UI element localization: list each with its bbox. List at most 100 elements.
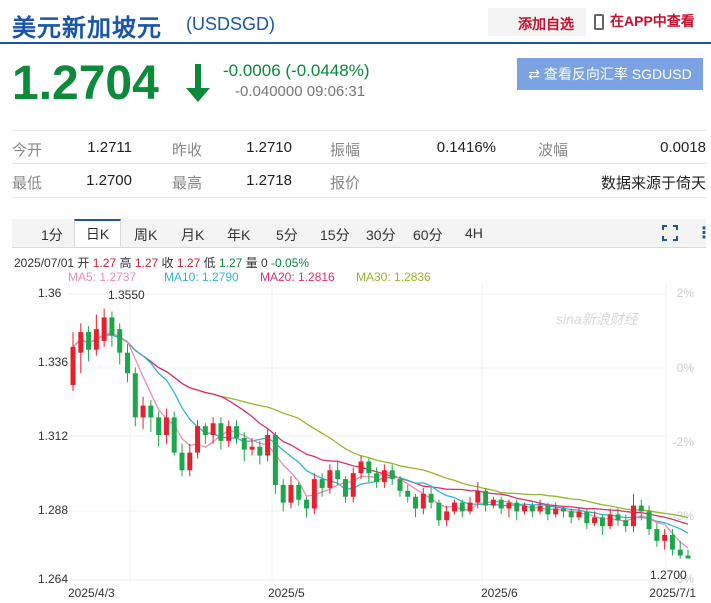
candle-body (537, 505, 543, 512)
candle-body (584, 511, 590, 524)
candle-body (272, 435, 278, 485)
candle-body (677, 549, 683, 556)
header-divider (0, 42, 711, 44)
volume-value: 0 (261, 256, 268, 270)
reverse-rate-label: 查看反向汇率 SGDUSD (543, 66, 692, 82)
candle-body (654, 529, 660, 541)
stat-label: 昨收 (172, 142, 203, 159)
candle-body (350, 473, 356, 497)
tab-weekly[interactable]: 周K (134, 225, 157, 245)
close-value: 1.27 (176, 256, 201, 270)
more-options-icon[interactable]: ⋮ (696, 223, 711, 243)
ma30-legend: MA30: 1.2836 (356, 270, 431, 284)
stat-label: 最高 (172, 175, 203, 192)
reverse-rate-button[interactable]: ⇄ 查看反向汇率 SGDUSD (517, 58, 703, 90)
candle-body (86, 332, 92, 350)
candle-body (560, 508, 566, 512)
close-label: 收 (161, 256, 174, 270)
stat-label: 波幅 (538, 142, 569, 159)
candle-body (413, 496, 419, 509)
candle-body (132, 373, 138, 418)
candlestick-chart[interactable]: sina新浪财经 1.36 1.336 1.312 1.288 1.264 2% 0% -2… (0, 284, 711, 603)
high-value: 1.27 (134, 256, 159, 270)
tab-5min[interactable]: 5分 (276, 225, 298, 245)
candle-body (311, 479, 317, 509)
candle-body (257, 446, 263, 456)
candle-body (545, 505, 551, 515)
tab-yearly[interactable]: 年K (227, 225, 250, 245)
candle-body (553, 508, 559, 515)
candle-body (335, 470, 341, 480)
open-label: 开 (77, 256, 90, 270)
pct-change: -0.05% (271, 256, 310, 270)
candle-body (397, 479, 403, 491)
y-tick-label: 1.288 (38, 503, 68, 517)
candle-info: 2025/07/01 开 1.27 高 1.27 收 1.27 低 1.27 量… (14, 254, 309, 271)
add-watchlist-label: 添加自选 (518, 16, 574, 32)
open-app-link[interactable]: 在APP中查看 (594, 11, 695, 31)
candle-date: 2025/07/01 (14, 256, 75, 270)
candle-body (420, 493, 426, 509)
stat-label: 振幅 (330, 142, 361, 159)
candles (70, 308, 691, 559)
candle-body (327, 470, 333, 488)
y-axis-left: 1.36 1.336 1.312 1.288 1.264 (38, 286, 68, 586)
low-label: 低 (203, 256, 216, 270)
candle-body (405, 490, 411, 497)
candle-body (451, 502, 457, 512)
watermark: sina新浪财经 (556, 311, 640, 327)
candle-body (592, 517, 598, 524)
candle-body (615, 514, 621, 521)
tab-30min[interactable]: 30分 (366, 225, 396, 245)
candle-body (436, 502, 442, 521)
high-label: 高 (119, 256, 132, 270)
tab-daily[interactable]: 日K (74, 219, 121, 247)
x-tick-label: 2025/7/1 (649, 586, 696, 600)
y-tick-label: 1.36 (38, 286, 62, 300)
chart-period-tabs: 1分 日K 周K 月K 年K 5分 15分 30分 60分 4H ⋮ (12, 219, 711, 248)
tab-1min[interactable]: 1分 (41, 225, 63, 245)
y-axis-right: 2%0%-2%-3%-3% (673, 286, 695, 586)
stat-label: 今开 (12, 142, 43, 159)
candle-body (117, 329, 123, 353)
candle-body (662, 534, 668, 541)
candle-body (389, 470, 395, 480)
candle-body (366, 461, 372, 474)
candle-body (381, 470, 387, 483)
tab-4h[interactable]: 4H (465, 225, 483, 241)
candle-body (646, 511, 652, 530)
annotations: 1.3550 1.2700 (108, 288, 687, 582)
ma20-legend: MA20: 1.2816 (260, 270, 335, 284)
candle-body (296, 484, 302, 500)
candle-body (568, 511, 574, 518)
candle-body (124, 352, 130, 374)
tab-monthly[interactable]: 月K (181, 225, 204, 245)
candle-body (631, 505, 637, 527)
moving-averages (72, 332, 689, 549)
candle-body (444, 511, 450, 521)
candle-body (522, 505, 528, 512)
volume-label: 量 (245, 256, 258, 270)
header: 美元新加坡元 (USDSGD) 添加自选 在APP中查看 (0, 0, 711, 44)
candle-body (109, 317, 115, 336)
candle-body (202, 426, 208, 435)
candle-body (459, 502, 465, 512)
x-tick-label: 2025/4/3 (68, 586, 115, 600)
add-watchlist-button[interactable]: 添加自选 (488, 8, 586, 36)
stat-value: 1.2718 (246, 172, 292, 189)
candle-body (498, 499, 504, 509)
candle-body (490, 499, 496, 506)
candle-body (249, 446, 255, 450)
tab-60min[interactable]: 60分 (413, 225, 443, 245)
candle-body (467, 502, 473, 512)
fullscreen-icon[interactable] (662, 225, 678, 246)
candle-body (195, 426, 201, 453)
candle-body (483, 490, 489, 506)
ma10-legend: MA10: 1.2790 (164, 270, 239, 284)
tab-15min[interactable]: 15分 (320, 225, 350, 245)
candle-body (140, 405, 146, 418)
candle-body (163, 417, 169, 435)
candle-body (241, 437, 247, 450)
candle-body (218, 423, 224, 441)
stat-label: 最低 (12, 175, 43, 192)
